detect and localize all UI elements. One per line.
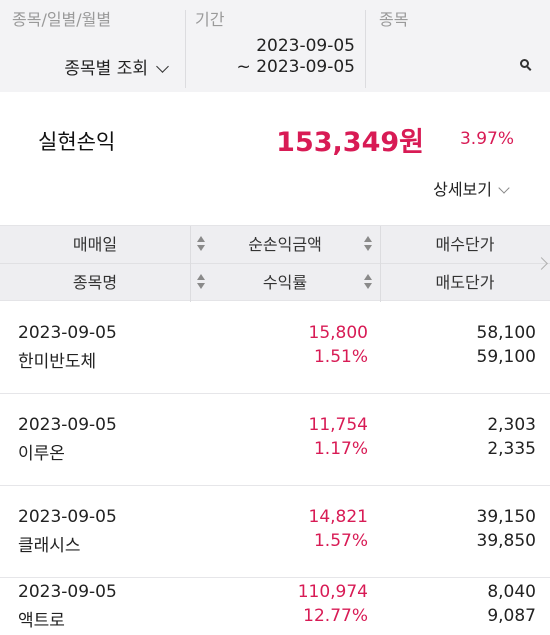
column-divider (380, 226, 381, 302)
table-header-row: 종목명 수익률 매도단가 (0, 264, 550, 302)
column-header-label: 매매일 (72, 235, 118, 254)
sell-price: 2,335 (487, 439, 536, 459)
trade-date: 2023-09-05 (18, 507, 117, 527)
period-label: 기간 (195, 10, 225, 29)
return-rate: 1.17% (313, 439, 368, 459)
stock-name: 이루온 (18, 444, 65, 464)
search-icon[interactable] (520, 59, 532, 71)
period-end-date: ~ 2023-09-05 (236, 57, 355, 77)
net-profit: 15,800 (308, 323, 368, 343)
table-row[interactable]: 2023-09-05 한미반도체 15,800 1.51% 58,100 59,… (0, 302, 550, 394)
realized-pnl-label: 실현손익 (38, 130, 116, 154)
net-profit: 110,974 (297, 582, 368, 602)
sort-icon[interactable] (197, 274, 206, 291)
period-selector[interactable]: 기간 2023-09-05 ~ 2023-09-05 (185, 0, 365, 92)
net-profit: 11,754 (308, 415, 368, 435)
net-profit: 14,821 (308, 507, 368, 527)
realized-pnl-amount: 153,349원 (276, 127, 424, 158)
stock-search-label: 종목 (379, 10, 409, 29)
view-type-value: 종목별 조회 (64, 59, 148, 79)
return-rate: 1.57% (313, 531, 368, 551)
stock-search-field[interactable]: 종목 (365, 0, 550, 92)
trade-date: 2023-09-05 (18, 415, 117, 435)
sell-price: 59,100 (476, 347, 536, 367)
stock-name: 한미반도체 (18, 352, 97, 372)
sort-icon[interactable] (364, 236, 373, 253)
buy-price: 58,100 (476, 323, 536, 343)
realized-pnl-rate: 3.97% (459, 129, 514, 149)
column-header-sell-price[interactable]: 매도단가 (380, 264, 550, 301)
sort-icon[interactable] (197, 236, 206, 253)
column-header-net-profit[interactable]: 순손익금액 (190, 226, 380, 263)
stock-name: 클래시스 (18, 536, 81, 556)
column-header-trade-date[interactable]: 매매일 (0, 226, 190, 263)
table-row[interactable]: 2023-09-05 액트로 110,974 12.77% 8,040 9,08… (0, 558, 550, 635)
column-header-label: 매도단가 (435, 273, 495, 292)
chevron-down-icon (498, 182, 510, 194)
buy-price: 2,303 (487, 415, 536, 435)
detail-view-button[interactable]: 상세보기 (433, 176, 510, 200)
table-row[interactable]: 2023-09-05 이루온 11,754 1.17% 2,303 2,335 (0, 394, 550, 486)
chevron-down-icon (156, 60, 169, 73)
return-rate: 1.51% (313, 347, 368, 367)
table-header-row: 매매일 순손익금액 매수단가 (0, 226, 550, 264)
column-header-stock-name[interactable]: 종목명 (0, 264, 190, 301)
buy-price: 39,150 (476, 507, 536, 527)
buy-price: 8,040 (487, 582, 536, 602)
stock-name: 액트로 (18, 611, 65, 631)
sell-price: 39,850 (476, 531, 536, 551)
trade-date: 2023-09-05 (18, 323, 117, 343)
column-header-label: 종목명 (72, 273, 118, 292)
column-header-label: 수익률 (262, 273, 308, 292)
filter-bar: 종목/일별/월별 종목별 조회 기간 2023-09-05 ~ 2023-09-… (0, 0, 550, 92)
view-type-label: 종목/일별/월별 (12, 10, 112, 29)
sell-price: 9,087 (487, 606, 536, 626)
return-rate: 12.77% (303, 606, 368, 626)
sort-icon[interactable] (364, 274, 373, 291)
column-header-label: 순손익금액 (248, 235, 322, 254)
view-type-dropdown[interactable]: 종목별 조회 (64, 54, 169, 79)
column-divider (190, 226, 191, 302)
table-header: 매매일 순손익금액 매수단가 종목명 수익률 매도단가 (0, 225, 550, 302)
column-header-buy-price[interactable]: 매수단가 (380, 226, 550, 263)
column-header-label: 매수단가 (435, 235, 495, 254)
column-header-return-rate[interactable]: 수익률 (190, 264, 380, 301)
period-start-date: 2023-09-05 (256, 36, 355, 56)
view-type-selector[interactable]: 종목/일별/월별 종목별 조회 (0, 0, 185, 92)
detail-view-label: 상세보기 (433, 180, 492, 199)
trade-date: 2023-09-05 (18, 582, 117, 602)
